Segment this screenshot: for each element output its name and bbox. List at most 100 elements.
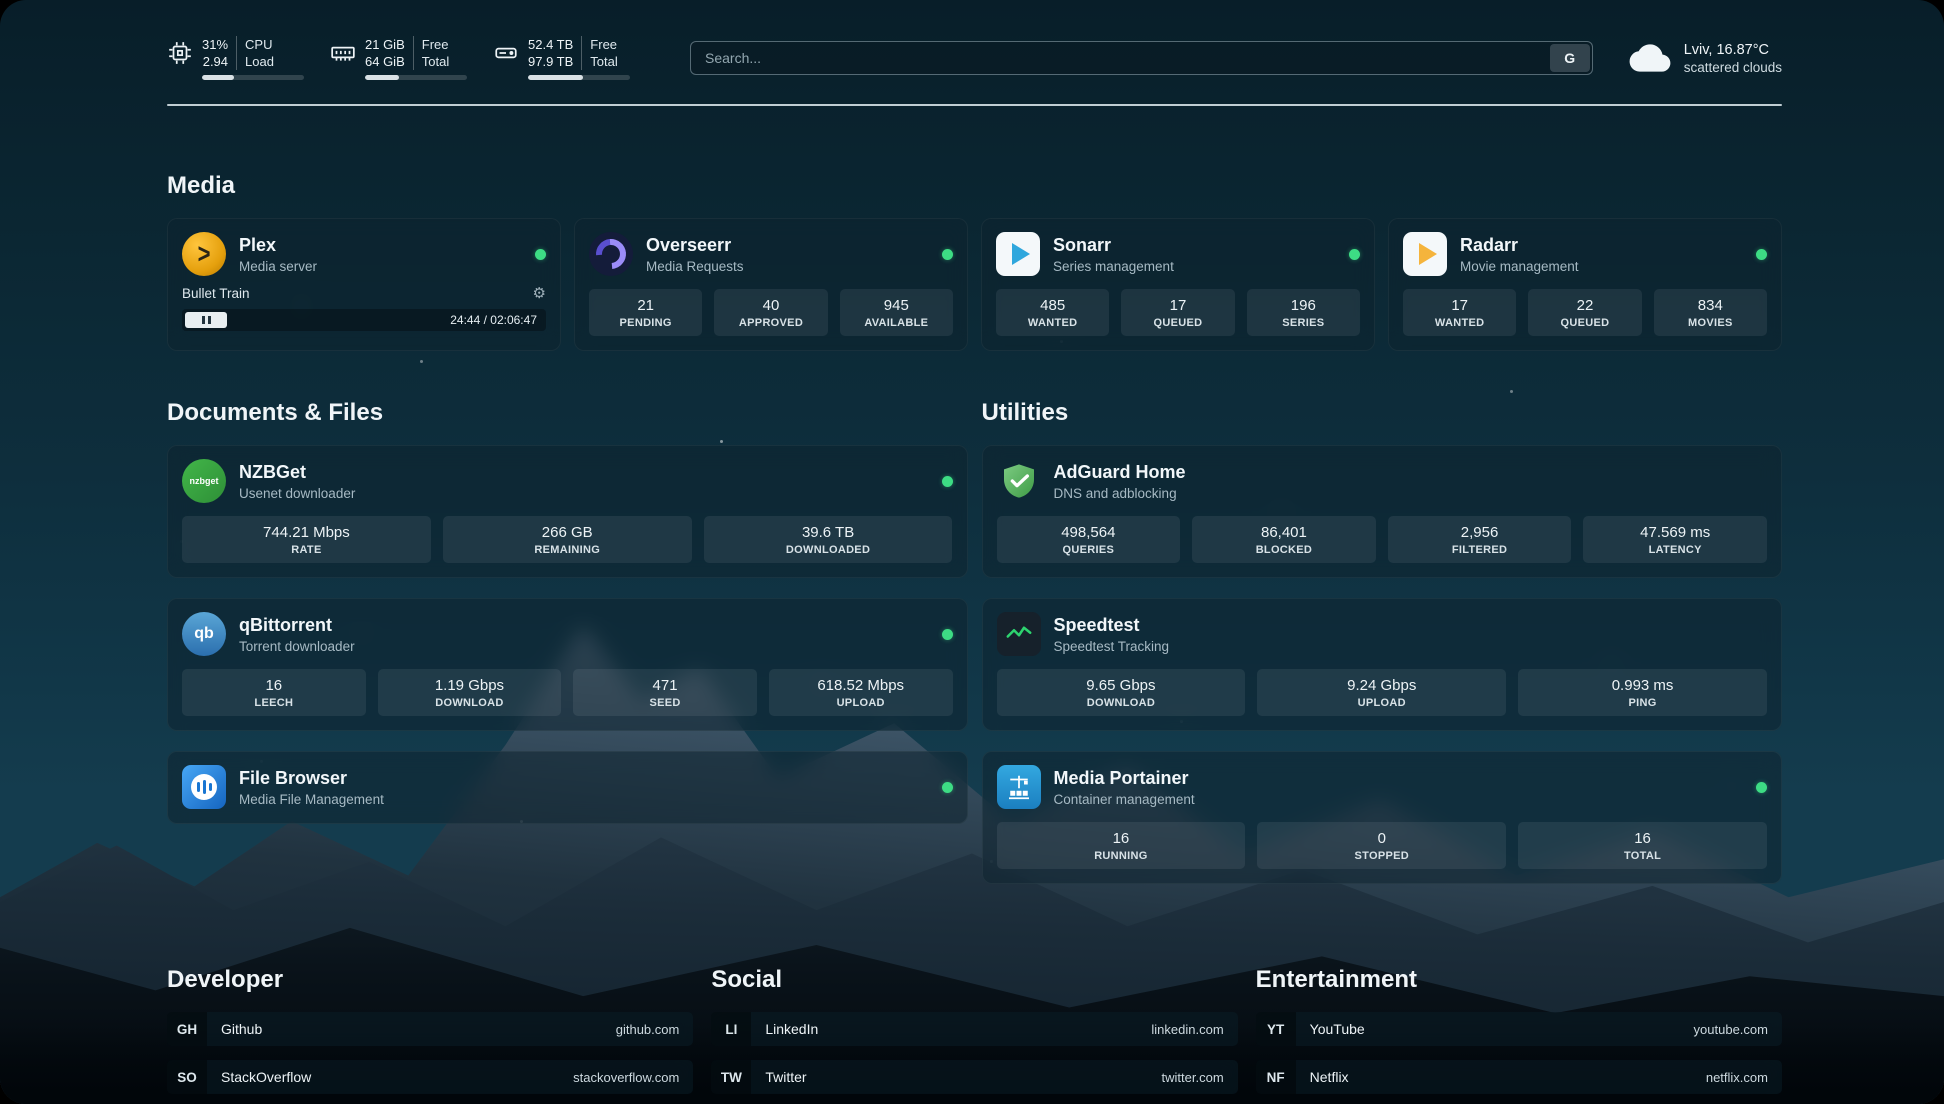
stat-download: 9.65 Gbps DOWNLOAD (997, 669, 1246, 716)
section-developer: Developer GH Github github.com SO StackO… (167, 966, 693, 1104)
cpu-percent: 31% (202, 36, 228, 53)
overseerr-icon (589, 232, 633, 276)
gear-icon[interactable]: ⚙ (533, 286, 546, 301)
portainer-card[interactable]: Media Portainer Container management 16 … (982, 751, 1783, 884)
github-icon: GH (167, 1012, 207, 1046)
ram-label-2: Total (422, 53, 449, 70)
section-title-developer: Developer (167, 966, 693, 994)
service-subtitle: Torrent downloader (239, 639, 929, 654)
stat-upload: 618.52 Mbps UPLOAD (769, 669, 953, 716)
bookmark-github[interactable]: GH Github github.com (167, 1012, 693, 1046)
bookmark-netflix[interactable]: NF Netflix netflix.com (1256, 1060, 1782, 1094)
stat-remaining: 266 GB REMAINING (443, 516, 692, 563)
stat-wanted: 17 WANTED (1403, 289, 1516, 336)
ram-free: 21 GiB (365, 36, 405, 53)
stat-filtered: 2,956 FILTERED (1388, 516, 1572, 563)
bookmark-twitter[interactable]: TW Twitter twitter.com (711, 1060, 1237, 1094)
weather-widget[interactable]: Lviv, 16.87°C scattered clouds (1627, 41, 1782, 75)
dashboard-screen: 31% 2.94 CPU Load 21 GiB (0, 0, 1944, 1104)
ram-label-1: Free (422, 36, 449, 53)
search-engine-button[interactable]: G (1550, 44, 1590, 72)
section-title-entertainment: Entertainment (1256, 966, 1782, 994)
adguard-card[interactable]: AdGuard Home DNS and adblocking 498,564 … (982, 445, 1783, 578)
search-input[interactable] (690, 41, 1593, 75)
service-subtitle: Media server (239, 259, 522, 274)
stat-available: 945 AVAILABLE (840, 289, 953, 336)
adguard-icon (997, 459, 1041, 503)
status-dot (942, 249, 953, 260)
disk-free: 52.4 TB (528, 36, 573, 53)
stat-series: 196 SERIES (1247, 289, 1360, 336)
stat-approved: 40 APPROVED (714, 289, 827, 336)
service-name: AdGuard Home (1054, 462, 1768, 483)
stat-queued: 22 QUEUED (1528, 289, 1641, 336)
section-documents: Documents & Files nzbget NZBGet Usenet d… (167, 399, 968, 904)
service-name: Speedtest (1054, 615, 1768, 636)
stat-latency: 47.569 ms LATENCY (1583, 516, 1767, 563)
now-playing-title: Bullet Train (182, 286, 250, 301)
section-title-documents: Documents & Files (167, 399, 968, 427)
stat-downloaded: 39.6 TB DOWNLOADED (704, 516, 953, 563)
stat-ping: 0.993 ms PING (1518, 669, 1767, 716)
overseerr-card[interactable]: Overseerr Media Requests 21 PENDING 40 A… (574, 218, 968, 351)
section-social: Social LI LinkedIn linkedin.com TW Twitt… (711, 966, 1237, 1104)
service-subtitle: Usenet downloader (239, 486, 929, 501)
youtube-icon: YT (1256, 1012, 1296, 1046)
service-name: NZBGet (239, 462, 929, 483)
stat-rate: 744.21 Mbps RATE (182, 516, 431, 563)
ram-usage-bar (365, 75, 467, 80)
radarr-icon (1403, 232, 1447, 276)
service-subtitle: Media Requests (646, 259, 929, 274)
disk-total: 97.9 TB (528, 53, 573, 70)
nzbget-card[interactable]: nzbget NZBGet Usenet downloader 744.21 M… (167, 445, 968, 578)
stat-running: 16 RUNNING (997, 822, 1246, 869)
bookmark-stackoverflow[interactable]: SO StackOverflow stackoverflow.com (167, 1060, 693, 1094)
stat-leech: 16 LEECH (182, 669, 366, 716)
bookmark-youtube[interactable]: YT YouTube youtube.com (1256, 1012, 1782, 1046)
section-media: Media > Plex Media server Bullet Train (167, 172, 1782, 351)
ram-widget: 21 GiB 64 GiB Free Total (330, 36, 467, 80)
stackoverflow-icon: SO (167, 1060, 207, 1094)
disk-widget: 52.4 TB 97.9 TB Free Total (493, 36, 630, 80)
qbittorrent-card[interactable]: qb qBittorrent Torrent downloader 16 LEE… (167, 598, 968, 731)
stat-queries: 498,564 QUERIES (997, 516, 1181, 563)
status-dot (942, 476, 953, 487)
disk-label-2: Total (590, 53, 617, 70)
stat-movies: 834 MOVIES (1654, 289, 1767, 336)
google-icon: G (1564, 50, 1575, 66)
pause-icon[interactable] (185, 312, 227, 328)
service-name: qBittorrent (239, 615, 929, 636)
status-dot (1349, 249, 1360, 260)
bookmark-linkedin[interactable]: LI LinkedIn linkedin.com (711, 1012, 1237, 1046)
netflix-icon: NF (1256, 1060, 1296, 1094)
ram-icon (330, 40, 356, 66)
cpu-label-1: CPU (245, 36, 272, 53)
stat-download: 1.19 Gbps DOWNLOAD (378, 669, 562, 716)
service-name: Plex (239, 235, 522, 256)
stat-wanted: 485 WANTED (996, 289, 1109, 336)
filebrowser-card[interactable]: File Browser Media File Management (167, 751, 968, 824)
plex-player-bar[interactable]: 24:44 / 02:06:47 (182, 309, 546, 331)
weather-condition: scattered clouds (1684, 60, 1782, 75)
sonarr-card[interactable]: Sonarr Series management 485 WANTED 17 Q… (981, 218, 1375, 351)
top-bar: 31% 2.94 CPU Load 21 GiB (167, 36, 1782, 80)
qbittorrent-icon: qb (182, 612, 226, 656)
section-title-social: Social (711, 966, 1237, 994)
twitter-icon: TW (711, 1060, 751, 1094)
weather-location: Lviv, 16.87°C (1684, 42, 1782, 58)
stat-pending: 21 PENDING (589, 289, 702, 336)
status-dot (942, 629, 953, 640)
speedtest-card[interactable]: Speedtest Speedtest Tracking 9.65 Gbps D… (982, 598, 1783, 731)
disk-icon (493, 40, 519, 66)
status-dot (1756, 249, 1767, 260)
cloud-icon (1627, 41, 1673, 75)
plex-card[interactable]: > Plex Media server Bullet Train ⚙ 24:44 (167, 218, 561, 351)
stat-stopped: 0 STOPPED (1257, 822, 1506, 869)
ram-total: 64 GiB (365, 53, 405, 70)
radarr-card[interactable]: Radarr Movie management 17 WANTED 22 QUE… (1388, 218, 1782, 351)
disk-label-1: Free (590, 36, 617, 53)
sonarr-icon (996, 232, 1040, 276)
stat-upload: 9.24 Gbps UPLOAD (1257, 669, 1506, 716)
service-subtitle: DNS and adblocking (1054, 486, 1768, 501)
stat-total: 16 TOTAL (1518, 822, 1767, 869)
